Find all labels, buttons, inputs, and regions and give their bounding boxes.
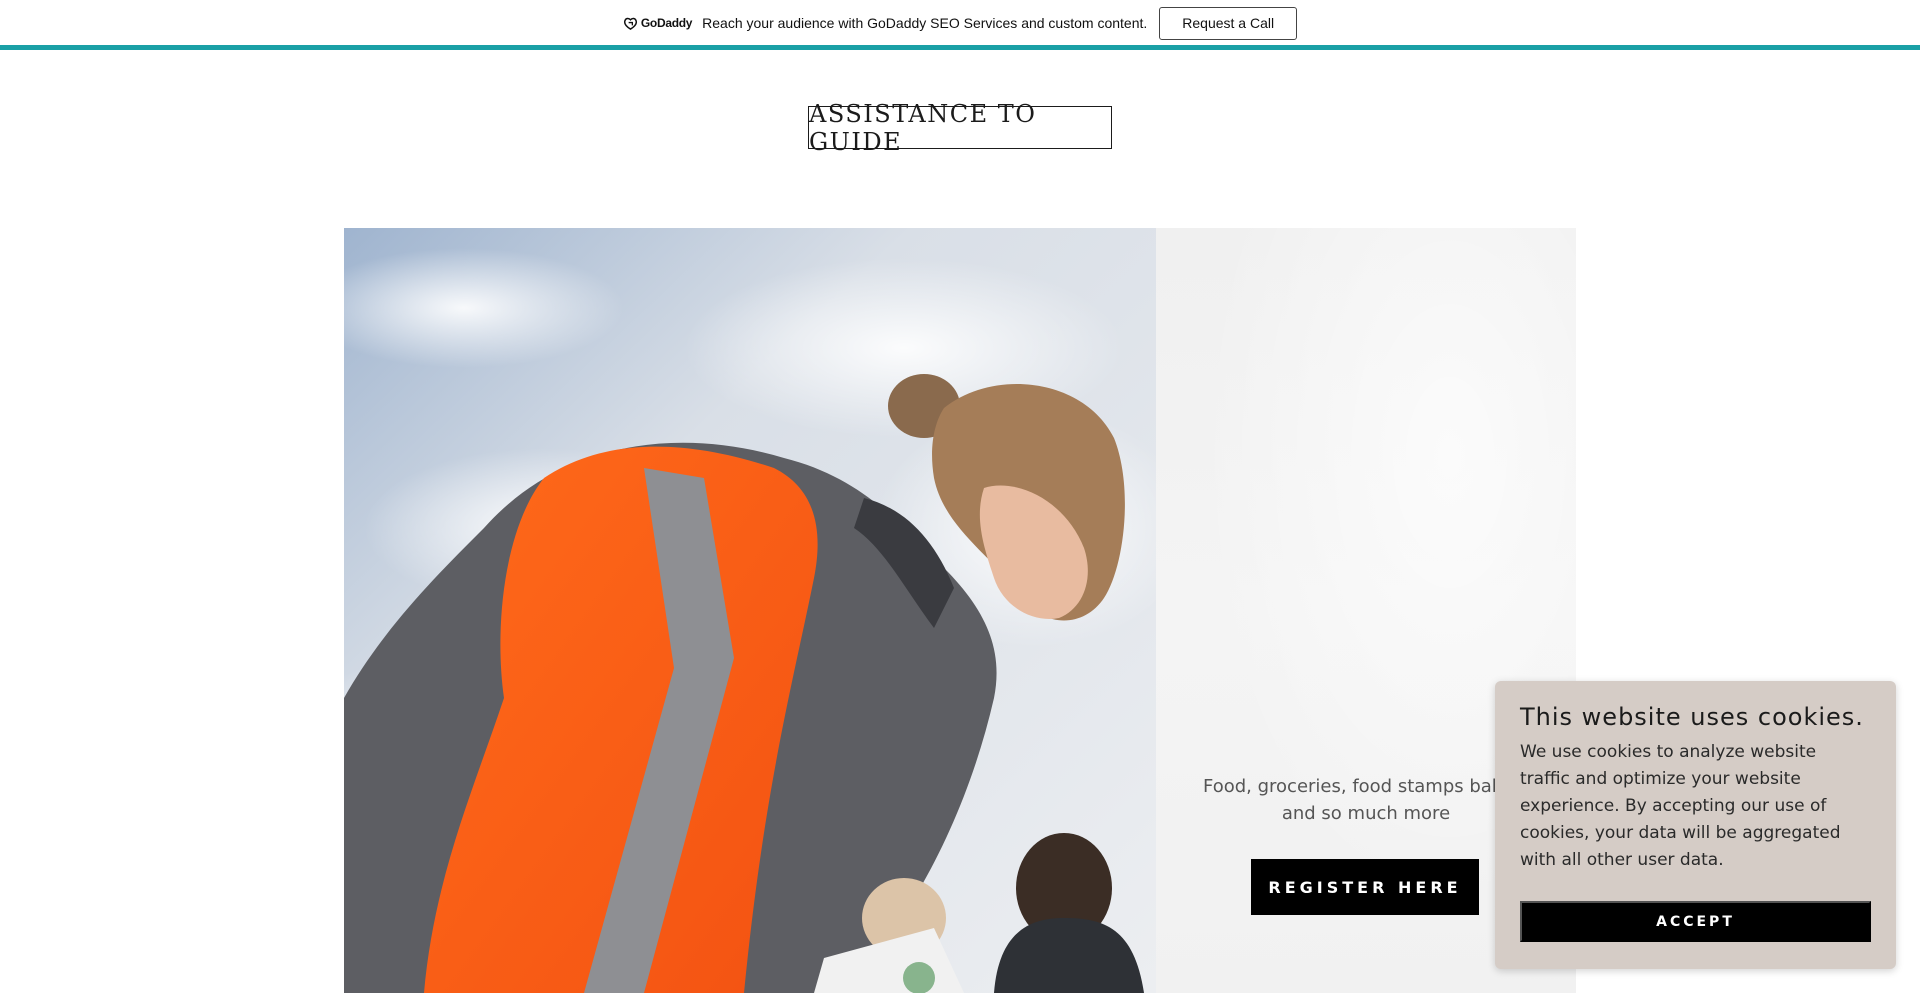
godaddy-logo: GoDaddy: [623, 16, 692, 30]
cookie-title: This website uses cookies.: [1520, 703, 1864, 731]
promo-text: Reach your audience with GoDaddy SEO Ser…: [702, 15, 1148, 31]
promo-accent-line: [0, 45, 1920, 50]
site-title[interactable]: ASSISTANCE TO GUIDE: [808, 100, 1112, 156]
hero-photo-illustration: [344, 228, 1156, 993]
godaddy-logo-text: GoDaddy: [640, 16, 693, 30]
godaddy-logo-icon: [623, 17, 637, 30]
accept-cookies-button[interactable]: ACCEPT: [1520, 901, 1871, 942]
cookie-banner: This website uses cookies. We use cookie…: [1495, 681, 1896, 969]
register-here-button[interactable]: REGISTER HERE: [1251, 859, 1479, 915]
request-call-button[interactable]: Request a Call: [1159, 6, 1298, 40]
cookie-body: We use cookies to analyze website traffi…: [1520, 742, 1841, 870]
hero-image: [344, 228, 1156, 993]
promo-bar: GoDaddy Reach your audience with GoDaddy…: [0, 0, 1920, 46]
